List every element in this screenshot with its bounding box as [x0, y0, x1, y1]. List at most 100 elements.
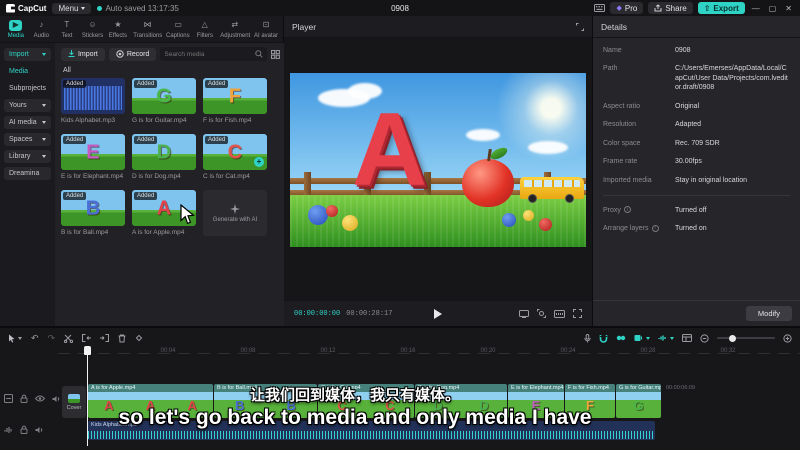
tab-label: Adjustment: [219, 31, 250, 39]
zoom-out-icon[interactable]: [700, 333, 709, 343]
red-ball-small: [326, 205, 338, 217]
details-value: C:/Users/Emerses/AppData/Local/CapCut/Us…: [675, 65, 788, 92]
expand-panel-icon[interactable]: [576, 22, 584, 31]
player-title: Player: [292, 21, 317, 32]
timeline-toolbar: ↶ ↷: [0, 330, 800, 346]
play-button[interactable]: [434, 308, 442, 319]
timeline-zoom-slider[interactable]: [717, 334, 775, 342]
pointer-tool-button[interactable]: [8, 334, 22, 343]
modify-button[interactable]: Modify: [745, 306, 792, 321]
generate-with-ai-tile[interactable]: Generate with AI: [202, 190, 267, 236]
delete-right-button[interactable]: [100, 334, 110, 342]
sidebar-item-subprojects[interactable]: Subprojects: [4, 82, 51, 95]
sidebar-item-media[interactable]: Media: [4, 65, 51, 78]
details-label: Color space: [603, 139, 641, 147]
chevron-down-icon: [41, 121, 46, 124]
sidebar-item-spaces[interactable]: Spaces: [4, 133, 51, 146]
media-item-g-is-for-guitar-mp4[interactable]: G Added G is for Guitar.mp4: [131, 78, 196, 124]
playhead-line: [87, 354, 88, 446]
undo-button[interactable]: ↶: [31, 333, 39, 344]
media-item-f-is-for-fish-mp4[interactable]: F Added F is for Fish.mp4: [202, 78, 267, 124]
sidebar-item-yours[interactable]: Yours: [4, 99, 51, 112]
media-item-c-is-for-cat-mp4[interactable]: C Added + C is for Cat.mp4: [202, 134, 267, 180]
media-item-kids-alphabet-mp3[interactable]: Added Kids Alphabet.mp3: [60, 78, 125, 124]
generate-label: Generate with AI: [212, 216, 258, 223]
search-input[interactable]: [164, 50, 253, 58]
tab-effects[interactable]: ★ Effects: [106, 20, 130, 39]
details-label: Frame rate: [603, 158, 638, 166]
export-arrow-icon: ⇧: [703, 3, 711, 13]
blue-ball: [308, 205, 328, 225]
zoom-slider-thumb[interactable]: [729, 334, 736, 342]
tab-media[interactable]: ▶ Media: [4, 19, 28, 39]
tab-stickers[interactable]: ☺ Stickers: [81, 20, 105, 39]
grid-view-icon[interactable]: [271, 49, 281, 59]
delete-left-button[interactable]: [82, 334, 92, 342]
search-box[interactable]: [160, 47, 268, 61]
zoom-in-icon[interactable]: [783, 333, 792, 343]
red-ball-right: [539, 218, 552, 231]
sidebar-item-dreamina[interactable]: Dreamina: [4, 167, 51, 180]
keyframe-button[interactable]: [135, 334, 143, 342]
video-preview[interactable]: A: [290, 73, 586, 247]
tab-transitions[interactable]: ⋈ Transitions: [132, 20, 164, 39]
video-thumbnail: G Added: [131, 78, 196, 114]
preview-axis-toggle[interactable]: [634, 334, 650, 342]
menu-button[interactable]: Menu: [52, 2, 92, 14]
letter-graphic: D: [156, 141, 172, 164]
media-item-name: A is for Apple.mp4: [131, 229, 185, 236]
record-button[interactable]: Record: [108, 47, 157, 61]
added-badge: Added: [133, 136, 158, 144]
close-button[interactable]: ✕: [783, 4, 794, 13]
add-to-timeline-button[interactable]: +: [253, 157, 264, 167]
main-track-magnet-toggle[interactable]: [599, 334, 608, 343]
shortcut-keyboard-icon[interactable]: [594, 4, 606, 12]
media-item-d-is-for-dog-mp4[interactable]: D Added D is for Dog.mp4: [131, 134, 196, 180]
sidebar-item-library[interactable]: Library: [4, 150, 51, 163]
voiceover-mic-icon[interactable]: [584, 333, 591, 343]
redo-button[interactable]: ↷: [48, 333, 56, 344]
media-item-name: C is for Cat.mp4: [202, 173, 250, 180]
tab-text[interactable]: T Text: [55, 20, 79, 39]
details-value: Adapted: [675, 121, 702, 129]
maximize-button[interactable]: ▢: [767, 4, 779, 13]
delete-button[interactable]: [118, 334, 126, 343]
media-item-name: G is for Guitar.mp4: [131, 117, 187, 124]
minimize-button[interactable]: —: [750, 4, 762, 13]
canvas-ratio-icon[interactable]: [554, 309, 565, 318]
tab-label: Transitions: [132, 31, 163, 39]
letter-graphic: C: [227, 141, 243, 164]
audio-waveform-toggle[interactable]: [658, 334, 674, 342]
timeline-ruler[interactable]: 00:04 00:08 00:12 00:16 00:20 00:24 00:28 00:32: [58, 346, 800, 359]
sidebar-item-import[interactable]: Import: [4, 48, 51, 61]
auto-link-toggle[interactable]: [616, 334, 626, 342]
added-badge: Added: [204, 136, 229, 144]
tab-adjustment[interactable]: ⇄ Adjustment: [219, 20, 252, 39]
tab-audio[interactable]: ♪ Audio: [30, 20, 54, 39]
captions-icon: ▭: [174, 20, 182, 29]
sidebar-item-label: Spaces: [9, 136, 33, 143]
info-icon: i: [623, 206, 631, 214]
sidebar-item-label: Library: [9, 153, 31, 160]
details-label: Imported media: [603, 176, 652, 184]
export-button[interactable]: ⇧ Export: [697, 2, 745, 14]
fullscreen-icon[interactable]: [573, 309, 582, 318]
split-button[interactable]: [64, 334, 74, 343]
media-item-e-is-for-elephant-mp4[interactable]: E Added E is for Elephant.mp4: [60, 134, 125, 180]
tab-ai-avatar[interactable]: ⊡ AI avatar: [253, 20, 279, 39]
share-button[interactable]: Share: [648, 2, 693, 14]
tab-captions[interactable]: ▭ Captions: [165, 20, 191, 39]
import-button[interactable]: Import: [60, 47, 105, 61]
preview-quality-icon[interactable]: [519, 309, 529, 318]
media-icon: ▶: [9, 19, 23, 31]
ruler-tick: 00:04: [160, 348, 176, 354]
sidebar-item-ai-media[interactable]: AI media: [4, 116, 51, 129]
app-name: CapCut: [18, 3, 47, 13]
cloud: [466, 129, 500, 141]
sidebar-item-label: Subprojects: [9, 85, 46, 92]
pro-button[interactable]: ◆ Pro: [610, 2, 644, 14]
tab-filters[interactable]: △ Filters: [193, 20, 217, 39]
snapshot-icon[interactable]: [537, 309, 546, 318]
layout-adjust-icon[interactable]: [682, 334, 692, 342]
media-item-b-is-for-ball-mp4[interactable]: B Added B is for Ball.mp4: [60, 190, 125, 236]
